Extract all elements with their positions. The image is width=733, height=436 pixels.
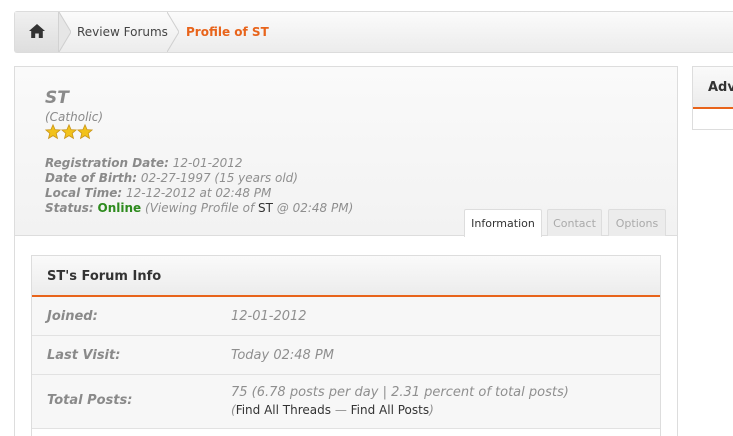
total-posts-value: 75 (6.78 posts per day | 2.31 percent of…	[231, 385, 569, 400]
reputation-stars	[45, 124, 93, 142]
tab-information[interactable]: Information	[464, 209, 542, 237]
dob-value: 02-27-1997 (15 years old)	[140, 171, 298, 185]
profile-usertitle: (Catholic)	[45, 110, 104, 124]
total-posts-label: Total Posts:	[47, 393, 133, 408]
date-of-birth: Date of Birth: 02-27-1997 (15 years old)	[45, 171, 298, 185]
find-links: (Find All Threads — Find All Posts)	[231, 403, 434, 417]
profile-username: ST	[45, 88, 69, 108]
status-label: Status:	[45, 201, 94, 215]
status-activity-suffix: @ 02:48 PM)	[276, 201, 354, 215]
info-row-total-posts: Total Posts: 75 (6.78 posts per day | 2.…	[32, 375, 660, 429]
info-row-joined: Joined: 12-01-2012	[32, 297, 660, 336]
breadcrumb-home[interactable]	[15, 12, 59, 52]
star-icon	[45, 124, 61, 140]
breadcrumb-separator	[59, 12, 71, 52]
info-row-last-visit: Last Visit: Today 02:48 PM	[32, 336, 660, 375]
status: Status: Online (Viewing Profile of ST @ …	[45, 201, 353, 215]
profile-panel: ST (Catholic) Registration Date: 12-01-2…	[14, 66, 678, 436]
home-icon	[29, 24, 45, 38]
local-time: Local Time: 12-12-2012 at 02:48 PM	[45, 186, 271, 200]
find-separator: —	[334, 403, 347, 417]
joined-label: Joined:	[47, 309, 98, 324]
localtime-label: Local Time:	[45, 186, 123, 200]
tab-options[interactable]: Options	[608, 209, 666, 236]
sidebar-block-title: Adv	[693, 67, 733, 109]
forum-info-title: ST's Forum Info	[32, 256, 660, 297]
registration-label: Registration Date:	[45, 156, 169, 170]
registration-value: 12-01-2012	[172, 156, 243, 170]
forum-info-box: ST's Forum Info Joined: 12-01-2012 Last …	[31, 255, 661, 436]
star-icon	[77, 124, 93, 140]
breadcrumb-current: Profile of ST	[186, 25, 269, 39]
status-activity-user-link[interactable]: ST	[258, 201, 273, 215]
status-activity-prefix: (Viewing Profile of	[145, 201, 255, 215]
breadcrumb-review-forums[interactable]: Review Forums	[77, 12, 168, 52]
tab-contact[interactable]: Contact	[547, 209, 602, 236]
sidebar-block: Adv	[692, 66, 733, 130]
star-icon	[61, 124, 77, 140]
registration-date: Registration Date: 12-01-2012	[45, 156, 243, 170]
localtime-value: 12-12-2012 at 02:48 PM	[125, 186, 272, 200]
breadcrumb-separator	[167, 12, 179, 52]
find-all-posts-link[interactable]: Find All Posts	[351, 403, 429, 417]
breadcrumb: Review Forums Profile of ST	[14, 11, 733, 53]
find-close-paren: )	[429, 403, 434, 417]
find-all-threads-link[interactable]: Find All Threads	[236, 403, 331, 417]
status-online-badge: Online	[97, 201, 142, 215]
joined-value: 12-01-2012	[231, 309, 307, 324]
dob-label: Date of Birth:	[45, 171, 138, 185]
last-visit-value: Today 02:48 PM	[231, 348, 334, 363]
last-visit-label: Last Visit:	[47, 348, 121, 363]
